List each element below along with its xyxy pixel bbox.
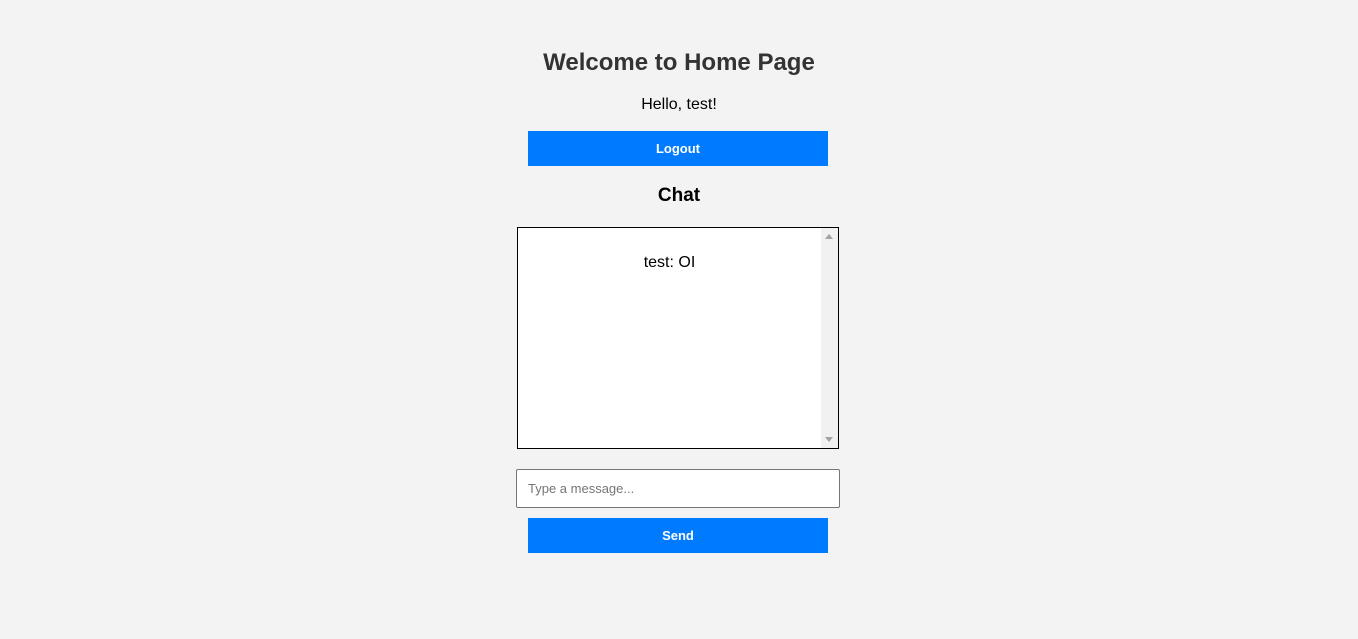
chat-heading: Chat	[657, 185, 701, 206]
home-page: Welcome to Home Page Hello, test! Logout…	[0, 0, 1358, 639]
message-input[interactable]	[516, 469, 840, 508]
scroll-up-arrow-icon[interactable]	[825, 234, 833, 239]
scroll-down-arrow-icon[interactable]	[825, 437, 833, 442]
logout-button[interactable]: Logout	[528, 131, 828, 166]
greeting-text: Hello, test!	[641, 96, 717, 113]
chat-messages: test: OI	[518, 228, 821, 448]
send-button[interactable]: Send	[528, 518, 828, 553]
page-title: Welcome to Home Page	[543, 49, 815, 76]
chat-box: test: OI	[517, 227, 839, 449]
chat-message: test: OI	[643, 254, 696, 271]
chat-scrollbar[interactable]	[821, 228, 838, 448]
